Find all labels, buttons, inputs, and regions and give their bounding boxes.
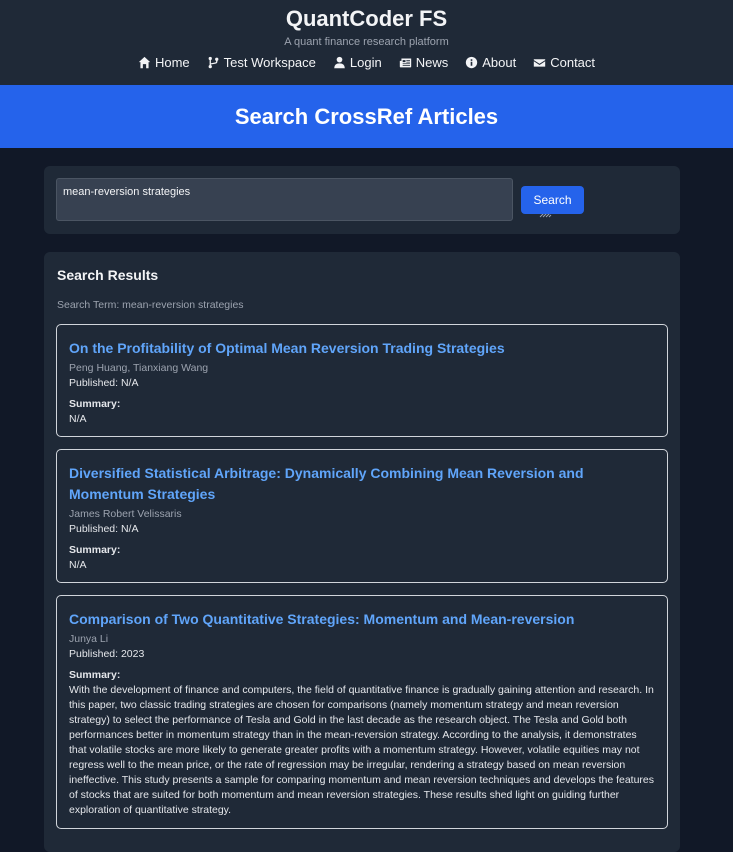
- search-panel: mean-reversion strategies Search: [44, 166, 680, 234]
- result-summary-label: Summary:: [69, 398, 121, 410]
- search-button[interactable]: Search: [521, 186, 584, 214]
- brand-tagline: A quant finance research platform: [284, 36, 449, 48]
- result-title-link[interactable]: Diversified Statistical Arbitrage: Dynam…: [69, 463, 655, 505]
- result-title-link[interactable]: Comparison of Two Quantitative Strategie…: [69, 609, 655, 630]
- result-card: Comparison of Two Quantitative Strategie…: [56, 595, 668, 829]
- result-summary-label: Summary:: [69, 669, 121, 681]
- search-input[interactable]: mean-reversion strategies: [56, 178, 513, 221]
- main-nav: Home Test Workspace Login News About Con…: [0, 55, 733, 70]
- info-circle-icon: [466, 56, 478, 69]
- page-title: Search CrossRef Articles: [234, 103, 499, 129]
- results-heading: Search Results: [57, 267, 159, 283]
- result-summary: With the development of finance and comp…: [69, 684, 655, 816]
- nav-about-label: About: [482, 55, 517, 70]
- nav-contact[interactable]: Contact: [533, 55, 595, 70]
- nav-home-label: Home: [154, 55, 190, 70]
- code-branch-icon: [208, 56, 219, 69]
- result-authors: James Robert Velissaris: [69, 508, 182, 520]
- result-authors: Junya Li: [69, 633, 109, 645]
- result-summary: N/A: [69, 559, 87, 571]
- brand-title[interactable]: QuantCoder FS: [0, 6, 733, 32]
- nav-test-workspace[interactable]: Test Workspace: [207, 55, 316, 70]
- home-icon: [138, 56, 151, 69]
- nav-contact-label: Contact: [550, 55, 596, 70]
- nav-test-workspace-label: Test Workspace: [223, 55, 316, 70]
- nav-home[interactable]: Home: [138, 55, 190, 70]
- result-published: Published: N/A: [69, 377, 139, 389]
- result-card: On the Profitability of Optimal Mean Rev…: [56, 324, 668, 437]
- site-header: QuantCoder FS A quant finance research p…: [0, 0, 733, 85]
- nav-about[interactable]: About: [465, 55, 516, 70]
- page-banner: Search CrossRef Articles: [0, 85, 733, 148]
- result-authors: Peng Huang, Tianxiang Wang: [69, 362, 209, 374]
- envelope-icon: [534, 59, 546, 67]
- nav-login[interactable]: Login: [333, 55, 382, 70]
- user-icon: [334, 56, 345, 69]
- newspaper-icon: [399, 58, 411, 68]
- result-published: Published: 2023: [69, 648, 145, 660]
- result-summary-label: Summary:: [69, 544, 121, 556]
- result-title-link[interactable]: On the Profitability of Optimal Mean Rev…: [69, 338, 655, 359]
- result-summary: N/A: [69, 413, 87, 425]
- nav-news[interactable]: News: [399, 55, 449, 70]
- results-panel: Search Results Search Term: mean-reversi…: [44, 252, 680, 852]
- nav-login-label: Login: [349, 55, 382, 70]
- nav-news-label: News: [415, 55, 449, 70]
- result-published: Published: N/A: [69, 523, 139, 535]
- search-term-line: Search Term: mean-reversion strategies: [57, 299, 244, 311]
- result-card: Diversified Statistical Arbitrage: Dynam…: [56, 449, 668, 583]
